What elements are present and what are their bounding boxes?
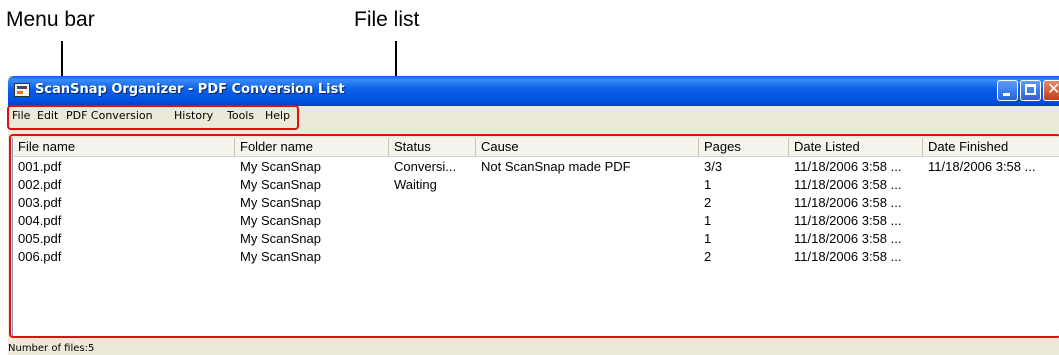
cell-cause bbox=[476, 230, 699, 248]
app-icon[interactable] bbox=[14, 83, 30, 97]
menu-history[interactable]: History bbox=[174, 109, 213, 122]
file-list-callout: File list bbox=[354, 8, 420, 31]
table-row[interactable]: 005.pdf My ScanSnap 1 11/18/2006 3:58 ..… bbox=[13, 230, 1059, 248]
cell-date-finished: 11/18/2006 3:58 ... bbox=[928, 159, 1036, 174]
table-row[interactable]: 002.pdf My ScanSnap Waiting 1 11/18/2006… bbox=[13, 176, 1059, 194]
cell-status bbox=[389, 212, 476, 230]
cell-pages: 1 bbox=[704, 177, 712, 192]
cell-pages: 2 bbox=[704, 195, 712, 210]
cell-date-listed: 11/18/2006 3:58 ... bbox=[794, 231, 902, 246]
cell-date-finished bbox=[923, 176, 1059, 194]
minimize-icon bbox=[1003, 93, 1010, 96]
cell-folder-name: My ScanSnap bbox=[240, 231, 321, 246]
cell-status bbox=[389, 194, 476, 212]
column-header-date-listed[interactable]: Date Listed bbox=[789, 138, 923, 156]
cell-date-listed: 11/18/2006 3:58 ... bbox=[794, 195, 902, 210]
maximize-button[interactable] bbox=[1020, 80, 1041, 101]
cell-pages: 1 bbox=[704, 213, 712, 228]
menu-bar-callout: Menu bar bbox=[6, 8, 95, 31]
column-header-pages[interactable]: Pages bbox=[699, 138, 789, 156]
cell-date-listed: 11/18/2006 3:58 ... bbox=[794, 213, 902, 228]
column-header-status[interactable]: Status bbox=[389, 138, 476, 156]
cell-folder-name: My ScanSnap bbox=[240, 177, 321, 192]
column-header-cause[interactable]: Cause bbox=[476, 138, 699, 156]
cell-status: Conversi... bbox=[394, 159, 457, 174]
cell-pages: 1 bbox=[704, 231, 712, 246]
cell-date-finished bbox=[923, 230, 1059, 248]
column-header-file-name[interactable]: File name bbox=[13, 138, 235, 156]
cell-pages: 2 bbox=[704, 249, 712, 264]
cell-file-name: 004.pdf bbox=[18, 213, 62, 228]
cell-date-listed: 11/18/2006 3:58 ... bbox=[794, 177, 902, 192]
menu-pdf-conversion[interactable]: PDF Conversion bbox=[66, 109, 153, 122]
file-list[interactable]: File name Folder name Status Cause Pages… bbox=[12, 138, 1059, 336]
cell-date-finished bbox=[923, 248, 1059, 266]
cell-pages: 3/3 bbox=[704, 159, 723, 174]
menu-edit[interactable]: Edit bbox=[37, 109, 58, 122]
menu-tools[interactable]: Tools bbox=[227, 109, 254, 122]
cell-folder-name: My ScanSnap bbox=[240, 195, 321, 210]
file-list-header: File name Folder name Status Cause Pages… bbox=[13, 138, 1059, 157]
minimize-button[interactable] bbox=[997, 80, 1018, 101]
cell-status bbox=[389, 248, 476, 266]
close-button[interactable]: ✕ bbox=[1043, 79, 1059, 101]
cell-file-name: 002.pdf bbox=[18, 177, 62, 192]
column-header-date-finished[interactable]: Date Finished bbox=[923, 138, 1059, 156]
cell-date-finished bbox=[923, 194, 1059, 212]
cell-date-listed: 11/18/2006 3:58 ... bbox=[794, 159, 902, 174]
file-count-text: Number of files:5 bbox=[8, 343, 95, 354]
maximize-icon bbox=[1025, 84, 1036, 95]
table-row[interactable]: 001.pdf My ScanSnap Conversi... Not Scan… bbox=[13, 158, 1059, 176]
cell-file-name: 001.pdf bbox=[18, 159, 62, 174]
cell-file-name: 003.pdf bbox=[18, 195, 62, 210]
menu-help[interactable]: Help bbox=[265, 109, 290, 122]
table-row[interactable]: 003.pdf My ScanSnap 2 11/18/2006 3:58 ..… bbox=[13, 194, 1059, 212]
cell-status: Waiting bbox=[394, 177, 437, 192]
app-window: ScanSnap Organizer - PDF Conversion List… bbox=[8, 76, 1059, 355]
cell-cause bbox=[476, 248, 699, 266]
cell-cause bbox=[476, 212, 699, 230]
close-icon: ✕ bbox=[1047, 79, 1059, 98]
cell-cause bbox=[476, 194, 699, 212]
title-bar[interactable]: ScanSnap Organizer - PDF Conversion List… bbox=[8, 76, 1059, 106]
cell-status bbox=[389, 230, 476, 248]
status-bar: Number of files:5 bbox=[8, 342, 1059, 355]
column-header-folder-name[interactable]: Folder name bbox=[235, 138, 389, 156]
table-row[interactable]: 006.pdf My ScanSnap 2 11/18/2006 3:58 ..… bbox=[13, 248, 1059, 266]
cell-file-name: 006.pdf bbox=[18, 249, 62, 264]
cell-folder-name: My ScanSnap bbox=[240, 249, 321, 264]
cell-folder-name: My ScanSnap bbox=[240, 213, 321, 228]
cell-folder-name: My ScanSnap bbox=[240, 159, 321, 174]
table-row[interactable]: 004.pdf My ScanSnap 1 11/18/2006 3:58 ..… bbox=[13, 212, 1059, 230]
menu-file[interactable]: File bbox=[12, 109, 30, 122]
cell-date-listed: 11/18/2006 3:58 ... bbox=[794, 249, 902, 264]
cell-cause: Not ScanSnap made PDF bbox=[481, 159, 631, 174]
window-title: ScanSnap Organizer - PDF Conversion List bbox=[35, 82, 345, 97]
cell-file-name: 005.pdf bbox=[18, 231, 62, 246]
cell-date-finished bbox=[923, 212, 1059, 230]
cell-cause bbox=[476, 176, 699, 194]
